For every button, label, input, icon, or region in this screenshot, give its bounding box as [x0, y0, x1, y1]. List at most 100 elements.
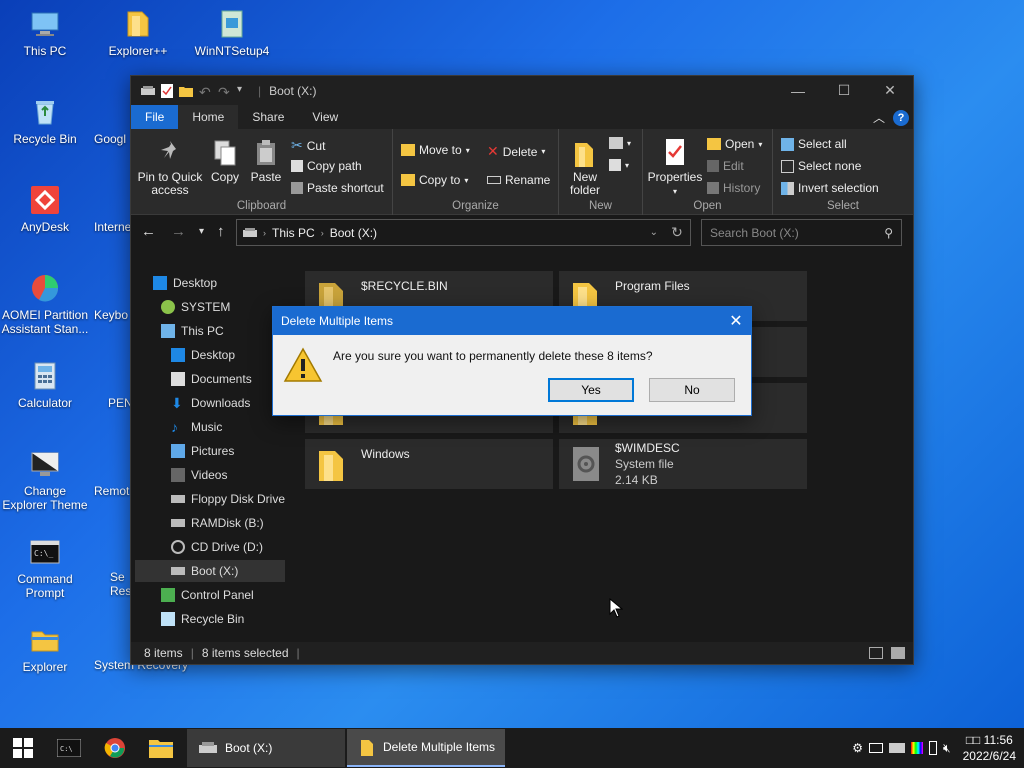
- desktop-icon-aomei[interactable]: AOMEI Partition Assistant Stan...: [0, 272, 90, 336]
- desktop-icon-calculator[interactable]: Calculator: [0, 360, 90, 410]
- maximize-button[interactable]: ☐: [821, 76, 867, 105]
- nav-system[interactable]: SYSTEM: [161, 296, 283, 318]
- no-button[interactable]: No: [649, 378, 735, 402]
- color-settings-icon[interactable]: [911, 742, 924, 754]
- file-tile[interactable]: Windows: [305, 439, 553, 489]
- properties-button[interactable]: Properties ▾: [645, 137, 705, 198]
- tab-view[interactable]: View: [298, 105, 352, 129]
- copy-to-button[interactable]: Copy to ▾: [401, 173, 468, 187]
- new-folder-icon[interactable]: [179, 84, 193, 98]
- delete-button[interactable]: ✕ Delete ▾: [487, 143, 545, 160]
- clock[interactable]: □□ 11:56 2022/6/24: [963, 732, 1016, 764]
- desktop-icon-explorer[interactable]: Explorer: [0, 624, 90, 674]
- new-folder-button[interactable]: New folder: [565, 139, 605, 197]
- desktop-icon-keyboard[interactable]: Keybo: [94, 272, 134, 322]
- start-button[interactable]: [0, 728, 46, 768]
- taskbar-chrome[interactable]: [92, 728, 138, 768]
- back-button[interactable]: ←: [141, 223, 156, 240]
- forward-button[interactable]: →: [171, 223, 186, 240]
- minimize-button[interactable]: —: [775, 76, 821, 105]
- pin-quick-access-button[interactable]: Pin to Quick access: [137, 139, 203, 197]
- nav-recycle-bin[interactable]: Recycle Bin: [161, 608, 283, 630]
- large-icons-view-icon[interactable]: [891, 647, 905, 659]
- desktop-icon-remote[interactable]: Remot: [94, 448, 134, 498]
- tab-home[interactable]: Home: [178, 105, 239, 129]
- desktop-icon-anydesk[interactable]: AnyDesk: [0, 184, 90, 234]
- desktop-icon-recycle-bin[interactable]: Recycle Bin: [0, 96, 90, 146]
- customize-qat-icon[interactable]: ▾: [237, 84, 250, 97]
- details-view-icon[interactable]: [869, 647, 883, 659]
- help-icon[interactable]: ?: [893, 109, 909, 126]
- chevron-down-icon: ▾: [464, 175, 469, 185]
- taskbar-task-delete-dialog[interactable]: Delete Multiple Items: [347, 729, 505, 767]
- desktop-icon-explorerpp[interactable]: Explorer++: [93, 8, 183, 58]
- move-to-button[interactable]: Move to ▾: [401, 143, 470, 157]
- network-icon[interactable]: ⚙: [852, 741, 863, 755]
- up-button[interactable]: ↑: [217, 223, 225, 240]
- invert-selection-button[interactable]: Invert selection: [781, 181, 879, 195]
- tab-file[interactable]: File: [131, 105, 179, 129]
- search-box[interactable]: Search Boot (X:) ⚲: [701, 219, 902, 246]
- properties-icon[interactable]: [161, 83, 173, 98]
- dialog-close-button[interactable]: ✕: [721, 311, 751, 331]
- taskbar-cmd[interactable]: C:\: [46, 728, 92, 768]
- copy-path-button[interactable]: Copy path: [291, 159, 362, 173]
- usb-icon[interactable]: [929, 741, 938, 755]
- svg-text:C:\: C:\: [60, 745, 73, 753]
- paste-button[interactable]: Paste: [245, 139, 287, 184]
- taskbar-task-boot[interactable]: Boot (X:): [187, 729, 345, 767]
- close-button[interactable]: ✕: [867, 76, 913, 105]
- collapse-ribbon-icon[interactable]: ︿: [873, 109, 885, 126]
- nav-boot-drive[interactable]: Boot (X:): [135, 560, 285, 582]
- select-all-button[interactable]: Select all: [781, 137, 847, 151]
- new-item-button[interactable]: ▾: [609, 137, 631, 149]
- partition-icon: [32, 275, 59, 302]
- nav-control-panel[interactable]: Control Panel: [161, 584, 283, 606]
- refresh-icon[interactable]: ↻: [664, 224, 690, 241]
- nav-downloads[interactable]: ⬇ Downloads: [171, 392, 283, 414]
- nav-cd-drive[interactable]: CD Drive (D:): [171, 536, 283, 558]
- select-none-button[interactable]: Select none: [781, 159, 861, 173]
- copy-button[interactable]: Copy: [205, 139, 245, 184]
- display-settings-icon[interactable]: [869, 743, 884, 753]
- nav-desktop-root[interactable]: Desktop: [153, 272, 283, 294]
- file-tile[interactable]: $WIMDESC System file 2.14 KB: [559, 439, 807, 489]
- tab-share[interactable]: Share: [238, 105, 298, 129]
- nav-documents[interactable]: Documents: [171, 368, 283, 390]
- desktop-icon-cmd[interactable]: C:\_ Command Prompt: [0, 536, 90, 600]
- desktop-icon-change-theme[interactable]: Change Explorer Theme: [0, 448, 90, 512]
- easy-access-button[interactable]: ▾: [609, 159, 629, 171]
- taskbar-explorer[interactable]: [138, 728, 184, 768]
- undo-icon[interactable]: ↶: [199, 84, 212, 100]
- address-bar[interactable]: › This PC › Boot (X:) ⌄ ↻: [236, 219, 691, 246]
- volume-muted-icon[interactable]: 🔇︎: [943, 741, 951, 756]
- desktop-icon-google[interactable]: Googl: [94, 96, 134, 146]
- desktop-icon-this-pc[interactable]: This PC: [0, 8, 90, 58]
- open-button[interactable]: Open ▾: [707, 137, 762, 151]
- redo-icon[interactable]: ↷: [218, 84, 231, 100]
- drive-icon: [141, 85, 155, 95]
- desktop-icon-internet[interactable]: Interne: [94, 184, 134, 234]
- desktop-icon-winntsetup[interactable]: WinNTSetup4: [187, 8, 277, 58]
- nav-videos[interactable]: Videos: [171, 464, 283, 486]
- breadcrumb-this-pc[interactable]: This PC: [272, 226, 315, 240]
- history-button[interactable]: History: [707, 181, 760, 195]
- breadcrumb-boot[interactable]: Boot (X:): [330, 226, 377, 240]
- rename-button[interactable]: Rename: [487, 173, 550, 187]
- search-input[interactable]: Search Boot (X:): [710, 226, 799, 240]
- paste-shortcut-button[interactable]: Paste shortcut: [291, 181, 384, 195]
- address-history-chevron-icon[interactable]: ⌄: [650, 227, 658, 238]
- recent-locations-button[interactable]: ▾: [199, 226, 204, 237]
- yes-button[interactable]: Yes: [548, 378, 634, 402]
- nav-floppy[interactable]: Floppy Disk Drive: [171, 488, 289, 510]
- edit-button[interactable]: Edit: [707, 159, 744, 173]
- terminal-icon: C:\: [57, 739, 81, 757]
- nav-music[interactable]: ♪ Music: [171, 416, 283, 438]
- window-title: Boot (X:): [269, 83, 317, 98]
- nav-desktop[interactable]: Desktop: [171, 344, 283, 366]
- nav-pictures[interactable]: Pictures: [171, 440, 283, 462]
- cut-button[interactable]: ✂ Cut: [291, 137, 325, 154]
- keyboard-icon[interactable]: [889, 743, 906, 753]
- nav-ramdisk[interactable]: RAMDisk (B:): [171, 512, 283, 534]
- nav-this-pc[interactable]: This PC: [161, 320, 283, 342]
